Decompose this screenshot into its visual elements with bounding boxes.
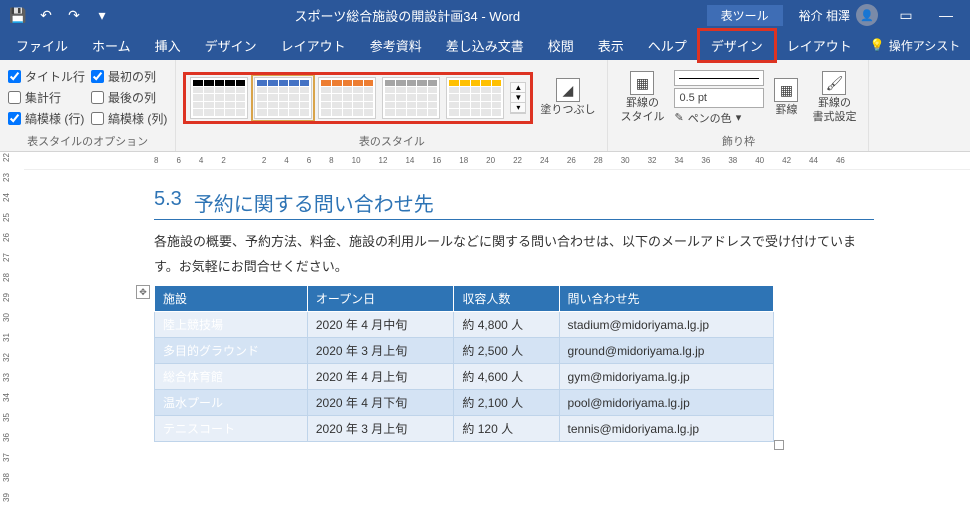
table-cell[interactable]: 多目的グラウンド: [155, 338, 308, 364]
tab-insert[interactable]: 挿入: [143, 30, 193, 61]
paragraph[interactable]: 各施設の概要、予約方法、料金、施設の利用ルールなどに関する問い合わせは、以下のメ…: [154, 220, 874, 285]
table-cell[interactable]: 陸上競技場: [155, 312, 308, 338]
tab-file[interactable]: ファイル: [4, 30, 80, 61]
data-table[interactable]: 施設オープン日収容人数問い合わせ先 陸上競技場2020 年 4 月中旬約 4,8…: [154, 285, 774, 442]
table-cell[interactable]: テニスコート: [155, 416, 308, 442]
contextual-tab-label: 表ツール: [707, 5, 783, 26]
shading-button[interactable]: ◢ 塗りつぶし: [536, 76, 599, 119]
title-bar: 💾 ↶ ↷ ▾ スポーツ総合施設の開設計画34 - Word 表ツール 裕介 相…: [0, 0, 970, 30]
group-label-style-options: 表スタイルのオプション: [8, 131, 167, 149]
horizontal-ruler[interactable]: 8642246810121416182022242628303234363840…: [24, 152, 970, 170]
table-cell[interactable]: gym@midoriyama.lg.jp: [559, 364, 773, 390]
tab-home[interactable]: ホーム: [80, 30, 143, 61]
page-content[interactable]: 5.3 予約に関する問い合わせ先 各施設の概要、予約方法、料金、施設の利用ルール…: [154, 174, 874, 450]
window-title: スポーツ総合施設の開設計画34 - Word: [116, 6, 699, 25]
ribbon-options-icon[interactable]: ▭: [886, 7, 926, 24]
tab-view[interactable]: 表示: [586, 30, 636, 61]
tab-design[interactable]: デザイン: [193, 30, 269, 61]
tab-table-design[interactable]: デザイン: [699, 30, 775, 61]
table-resize-handle-icon[interactable]: [774, 440, 784, 450]
user-name: 裕介 相澤: [799, 7, 850, 24]
pen-weight-dropdown[interactable]: 0.5 pt: [674, 88, 764, 108]
table-row[interactable]: 多目的グラウンド2020 年 3 月上旬約 2,500 人ground@mido…: [155, 338, 774, 364]
styleopt-right-0[interactable]: 最初の列: [91, 67, 167, 86]
table-row[interactable]: テニスコート2020 年 3 月上旬約 120 人tennis@midoriya…: [155, 416, 774, 442]
styleopt-right-2[interactable]: 縞模様 (列): [91, 109, 167, 128]
table-row[interactable]: 陸上競技場2020 年 4 月中旬約 4,800 人stadium@midori…: [155, 312, 774, 338]
document-area: 222324252627282930313233343536373839 864…: [0, 152, 970, 518]
table-style-1[interactable]: [254, 77, 312, 119]
tab-table-layout[interactable]: レイアウト: [775, 30, 864, 61]
table-style-0[interactable]: [190, 77, 248, 119]
table-cell[interactable]: 温水プール: [155, 390, 308, 416]
border-style-icon: ▦: [630, 71, 654, 95]
redo-icon[interactable]: ↷: [60, 1, 88, 29]
table-move-handle-icon[interactable]: ✥: [136, 285, 150, 299]
table-cell[interactable]: 約 2,500 人: [454, 338, 559, 364]
borders-icon: ▦: [774, 78, 798, 102]
pen-color-button[interactable]: ✎ペンの色▾: [674, 110, 764, 126]
section-number: 5.3: [154, 188, 182, 217]
table-cell[interactable]: 約 4,800 人: [454, 312, 559, 338]
table-cell[interactable]: stadium@midoriyama.lg.jp: [559, 312, 773, 338]
table-styles-gallery[interactable]: ▲▼▾: [186, 75, 530, 121]
table-header[interactable]: 問い合わせ先: [559, 286, 773, 312]
table-style-2[interactable]: [318, 77, 376, 119]
table-header[interactable]: オープン日: [307, 286, 454, 312]
pen-style-dropdown[interactable]: [674, 70, 764, 86]
ribbon: タイトル行集計行縞模様 (行) 最初の列最後の列縞模様 (列) 表スタイルのオプ…: [0, 60, 970, 152]
user-avatar-icon[interactable]: 👤: [856, 4, 878, 26]
table-cell[interactable]: 2020 年 4 月上旬: [307, 364, 454, 390]
table-row[interactable]: 総合体育館2020 年 4 月上旬約 4,600 人gym@midoriyama…: [155, 364, 774, 390]
table-cell[interactable]: 約 120 人: [454, 416, 559, 442]
save-icon[interactable]: 💾: [4, 1, 32, 29]
painter-icon: 🖌: [822, 71, 846, 95]
gallery-scroll[interactable]: ▲▼▾: [510, 82, 526, 114]
table-cell[interactable]: pool@midoriyama.lg.jp: [559, 390, 773, 416]
border-styles-button[interactable]: ▦ 罫線の スタイル: [616, 69, 668, 125]
table-cell[interactable]: 2020 年 4 月下旬: [307, 390, 454, 416]
table-header[interactable]: 施設: [155, 286, 308, 312]
group-label-table-styles: 表のスタイル: [184, 131, 599, 149]
table-cell[interactable]: 約 4,600 人: [454, 364, 559, 390]
tab-layout[interactable]: レイアウト: [269, 30, 358, 61]
heading[interactable]: 5.3 予約に関する問い合わせ先: [154, 174, 874, 220]
tab-mailings[interactable]: 差し込み文書: [434, 30, 536, 61]
pen-icon: ✎: [674, 111, 683, 124]
ribbon-tabs: ファイル ホーム 挿入 デザイン レイアウト 参考資料 差し込み文書 校閲 表示…: [0, 30, 970, 60]
table-cell[interactable]: 2020 年 4 月中旬: [307, 312, 454, 338]
tab-help[interactable]: ヘルプ: [636, 30, 699, 61]
table-cell[interactable]: 総合体育館: [155, 364, 308, 390]
table-cell[interactable]: tennis@midoriyama.lg.jp: [559, 416, 773, 442]
vertical-ruler[interactable]: 222324252627282930313233343536373839: [0, 152, 24, 518]
table-row[interactable]: 温水プール2020 年 4 月下旬約 2,100 人pool@midoriyam…: [155, 390, 774, 416]
tab-review[interactable]: 校閲: [536, 30, 586, 61]
borders-button[interactable]: ▦ 罫線: [770, 76, 802, 119]
border-painter-button[interactable]: 🖌 罫線の 書式設定: [808, 69, 860, 125]
paint-bucket-icon: ◢: [556, 78, 580, 102]
group-label-borders: 飾り枠: [616, 131, 860, 149]
table-cell[interactable]: ground@midoriyama.lg.jp: [559, 338, 773, 364]
undo-icon[interactable]: ↶: [32, 1, 60, 29]
table-style-4[interactable]: [446, 77, 504, 119]
styleopt-left-2[interactable]: 縞模様 (行): [8, 109, 85, 128]
styleopt-left-0[interactable]: タイトル行: [8, 67, 85, 86]
styleopt-right-1[interactable]: 最後の列: [91, 88, 167, 107]
section-title: 予約に関する問い合わせ先: [194, 188, 434, 217]
table-cell[interactable]: 2020 年 3 月上旬: [307, 416, 454, 442]
table-cell[interactable]: 約 2,100 人: [454, 390, 559, 416]
qat-customize-icon[interactable]: ▾: [88, 1, 116, 29]
minimize-icon[interactable]: ―: [926, 7, 966, 23]
table-style-3[interactable]: [382, 77, 440, 119]
styleopt-left-1[interactable]: 集計行: [8, 88, 85, 107]
tell-me-label[interactable]: 操作アシスト: [889, 37, 961, 54]
table-header[interactable]: 収容人数: [454, 286, 559, 312]
table-cell[interactable]: 2020 年 3 月上旬: [307, 338, 454, 364]
lightbulb-icon: 💡: [870, 38, 885, 52]
tab-references[interactable]: 参考資料: [358, 30, 434, 61]
